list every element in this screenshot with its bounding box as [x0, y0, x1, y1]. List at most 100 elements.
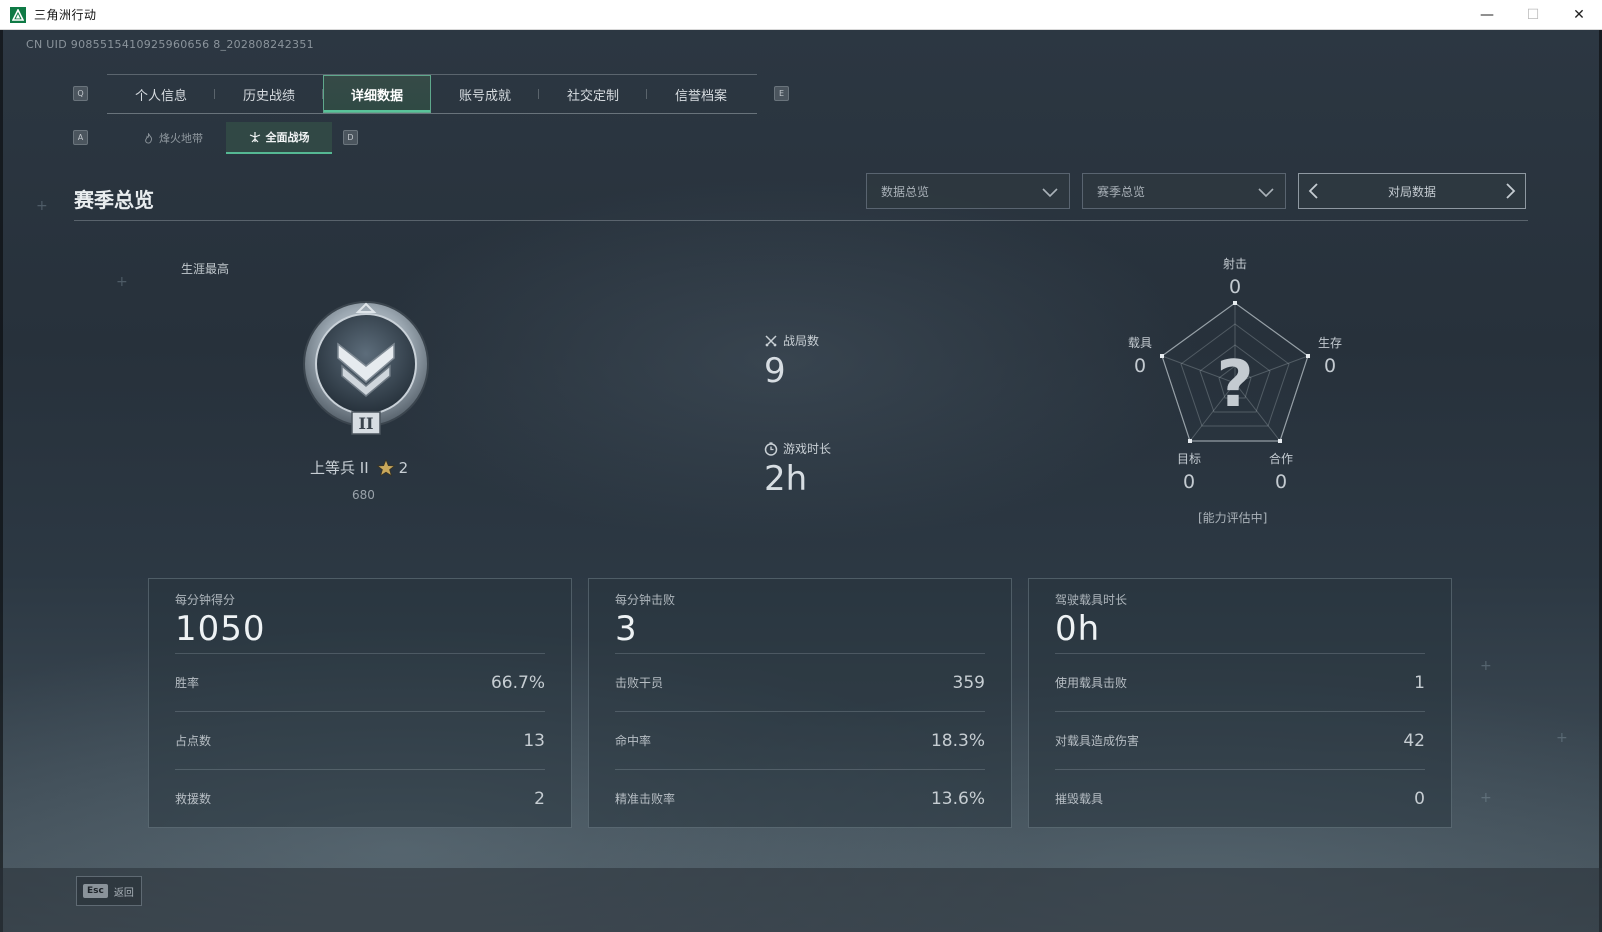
rank-stars: 2 — [376, 458, 409, 477]
stat-value: 359 — [952, 672, 985, 693]
tab-mode-all-out-warfare[interactable]: 全面战场 — [226, 122, 332, 154]
radar-axis-label: 载具 — [1128, 336, 1152, 350]
radar-axis-value: 0 — [1275, 471, 1287, 493]
mode-label: 全面战场 — [265, 131, 310, 144]
rank-name: 上等兵 II 2 — [310, 457, 408, 478]
stat-row: 占点数 13 — [175, 711, 545, 769]
battles-stat: 战局数 9 — [764, 332, 819, 391]
close-button[interactable]: ✕ — [1556, 0, 1602, 30]
tab-label: 详细数据 — [350, 88, 403, 104]
dropdown-label: 数据总览 — [881, 184, 930, 199]
radar-axis-label: 射击 — [1223, 256, 1247, 271]
maximize-button[interactable]: ☐ — [1510, 0, 1556, 30]
decor-plus: + — [116, 274, 128, 290]
mode-label: 烽火地带 — [159, 132, 203, 145]
stat-value: 0 — [1414, 788, 1425, 809]
stat-row: 使用载具击败 1 — [1055, 653, 1425, 711]
stat-value: 42 — [1403, 730, 1425, 751]
divider — [74, 220, 1528, 221]
player-uid: CN UID 9085515410925960656 8_20280824235… — [26, 38, 314, 51]
esc-key-hint: Esc — [83, 884, 108, 898]
game-viewport: + + + + + CN UID 9085515410925960656 8_2… — [0, 30, 1602, 932]
stat-value: 13.6% — [930, 788, 985, 809]
stat-value: 66.7% — [490, 672, 545, 693]
decor-plus: + — [1480, 790, 1492, 806]
battles-value: 9 — [764, 351, 786, 391]
radar-axis-value: 0 — [1229, 276, 1241, 298]
card-head-value: 1050 — [175, 609, 266, 649]
career-highest-label: 生涯最高 — [181, 262, 230, 276]
star-count: 2 — [398, 458, 409, 477]
clock-icon — [764, 441, 778, 456]
footer-bar — [0, 868, 1602, 932]
dropdown-label: 赛季总览 — [1097, 184, 1146, 199]
stat-label: 胜率 — [175, 676, 200, 690]
chevron-down-icon — [1042, 188, 1058, 198]
window-titlebar: 三角洲行动 — ☐ ✕ — [0, 0, 1602, 30]
radar-axis-value: 0 — [1134, 355, 1146, 377]
stat-row: 精准击败率 13.6% — [615, 769, 985, 827]
tab-label: 信誉档案 — [674, 88, 727, 104]
rank-badge-icon: II — [300, 300, 432, 436]
decor-plus: + — [1480, 658, 1492, 674]
tab-label: 历史战绩 — [242, 88, 295, 104]
stat-row: 摧毁载具 0 — [1055, 769, 1425, 827]
tab-match-history[interactable]: 历史战绩 — [215, 75, 323, 113]
stat-value: 13 — [523, 730, 545, 751]
key-hint-e[interactable]: E — [774, 86, 789, 101]
radar-axis-value: 0 — [1183, 471, 1195, 493]
tab-personal-info[interactable]: 个人信息 — [107, 75, 215, 113]
main-tabs: 个人信息 历史战绩 详细数据 账号成就 社交定制 信誉档案 — [107, 74, 757, 114]
decor-plus: + — [1556, 730, 1568, 746]
pager-label: 对局数据 — [1387, 184, 1436, 199]
window-title: 三角洲行动 — [34, 8, 97, 22]
radar-axis-label: 合作 — [1269, 451, 1293, 466]
stat-value: 18.3% — [930, 730, 985, 751]
ability-evaluating-label: [能力评估中] — [1198, 511, 1268, 525]
tab-achievements[interactable]: 账号成就 — [431, 75, 539, 113]
back-button[interactable]: Esc 返回 — [76, 876, 142, 906]
key-hint-a[interactable]: A — [73, 130, 88, 145]
tab-detailed-data[interactable]: 详细数据 — [323, 75, 431, 113]
stat-card-score: 每分钟得分 1050 胜率 66.7% 占点数 13 救援数 2 — [148, 578, 572, 828]
stat-row: 对载具造成伤害 42 — [1055, 711, 1425, 769]
chevron-down-icon — [1258, 188, 1274, 198]
season-overview-dropdown[interactable]: 赛季总览 — [1082, 173, 1286, 209]
page-title: 赛季总览 — [74, 188, 154, 212]
tab-label: 社交定制 — [566, 88, 619, 104]
badge-numeral: II — [359, 414, 374, 433]
stat-label: 对载具造成伤害 — [1055, 734, 1140, 748]
crossed-swords-icon — [765, 334, 777, 347]
playtime-value: 2h — [764, 459, 808, 499]
stat-label: 占点数 — [175, 734, 212, 748]
rank-title: 上等兵 II — [310, 459, 369, 477]
chevron-left-icon[interactable] — [1307, 182, 1321, 200]
stat-label: 命中率 — [615, 734, 652, 748]
key-hint-q[interactable]: Q — [73, 86, 88, 101]
stat-row: 救援数 2 — [175, 769, 545, 827]
tab-credit-record[interactable]: 信誉档案 — [647, 75, 755, 113]
stat-card-vehicle: 驾驶载具时长 0h 使用载具击败 1 对载具造成伤害 42 摧毁载具 0 — [1028, 578, 1452, 828]
ability-radar-chart: ? 射击 0 生存 0 合作 0 目标 0 载具 0 — [1105, 255, 1355, 505]
app-logo-icon — [10, 6, 26, 23]
radar-axis-label: 目标 — [1177, 452, 1201, 466]
mode-tabs: 烽火地带 全面战场 — [120, 122, 332, 154]
chevron-right-icon[interactable] — [1503, 182, 1517, 200]
minimize-button[interactable]: — — [1464, 0, 1510, 30]
stat-label: 摧毁载具 — [1055, 792, 1104, 806]
tab-label: 账号成就 — [458, 88, 511, 104]
radar-axis-value: 0 — [1324, 355, 1336, 377]
data-overview-dropdown[interactable]: 数据总览 — [866, 173, 1070, 209]
tab-mode-hazard-zone[interactable]: 烽火地带 — [120, 122, 226, 154]
key-hint-d[interactable]: D — [343, 130, 358, 145]
stat-label: 使用载具击败 — [1055, 676, 1128, 690]
edge-shadow-left — [0, 30, 3, 932]
stat-row: 命中率 18.3% — [615, 711, 985, 769]
radar-center-mark: ? — [1216, 348, 1253, 422]
playtime-label: 游戏时长 — [783, 442, 832, 456]
tab-social-custom[interactable]: 社交定制 — [539, 75, 647, 113]
card-head-label: 每分钟击败 — [615, 593, 676, 607]
stat-label: 救援数 — [175, 792, 212, 806]
decor-plus: + — [36, 198, 48, 214]
match-data-pager: 对局数据 — [1298, 173, 1526, 209]
